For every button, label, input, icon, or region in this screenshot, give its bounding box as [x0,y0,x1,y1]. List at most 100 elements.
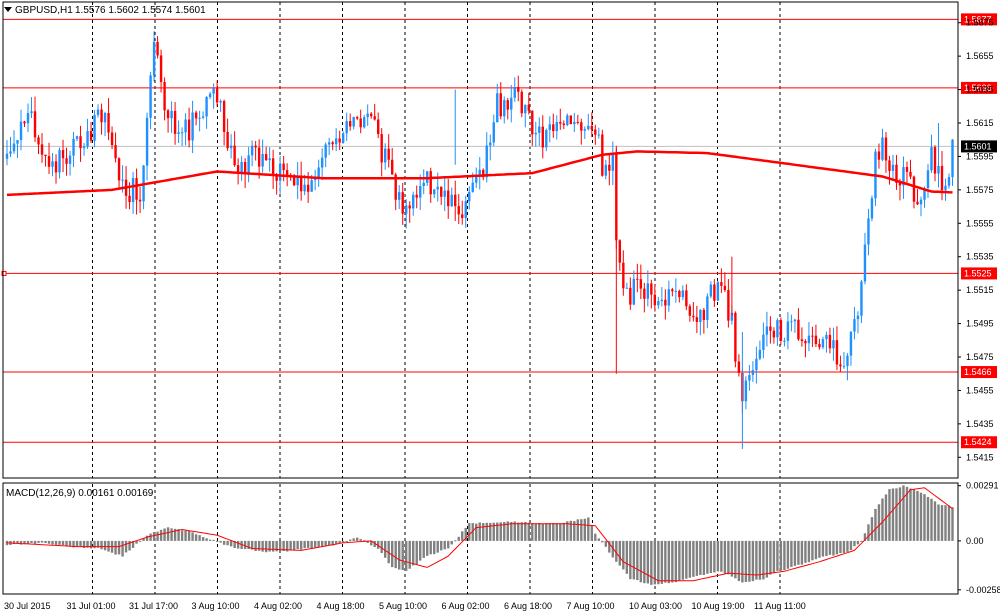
bear-candle [884,137,888,161]
macd-bar [405,540,408,571]
macd-bar [443,540,446,550]
macd-bar [545,523,548,541]
macd-bar [412,540,415,566]
macd-bar [667,540,671,584]
bear-candle [909,171,912,177]
bull-candle [548,124,551,130]
bull-candle [93,114,96,141]
macd-bar [289,540,292,551]
macd-bar [152,532,156,541]
macd-bar [853,540,856,547]
bear-candle [282,163,285,171]
symbol-name: GBPUSD,H1 [15,5,73,16]
macd-bar [849,540,853,551]
level-label: 1.5525 [964,268,992,278]
bull-candle [121,179,124,181]
bear-candle [222,101,226,132]
bear-candle [639,279,643,289]
bear-candle [79,136,82,149]
macd-bar [874,508,877,541]
macd-bar [737,540,741,582]
bull-candle [149,75,152,118]
bear-candle [299,176,303,192]
bull-candle [611,154,615,171]
bull-candle [30,111,33,114]
bear-candle [905,167,909,172]
macd-bar [348,539,352,541]
level-label: 1.5466 [964,367,992,377]
price-chart[interactable]: 1.56771.56361.55251.54661.54241.5601 30 … [0,0,1000,615]
macd-bar [317,540,320,548]
bear-candle [531,110,534,135]
bear-candle [163,82,166,111]
bull-candle [362,117,366,128]
bull-candle [443,190,446,197]
macd-bar [429,540,432,555]
bull-candle [5,153,9,159]
macd-bar [426,540,429,556]
bear-candle [594,129,597,135]
macd-bar [510,522,513,541]
macd-bar [261,540,264,552]
bull-candle [320,157,324,168]
y-tick-label: 1.5495 [966,319,994,329]
bull-candle [261,154,264,167]
bull-candle [765,326,769,335]
bull-candle [247,155,250,174]
macd-bar [159,529,163,541]
macd-bar [40,540,44,543]
bull-candle [762,334,765,350]
macd-bar [268,540,271,552]
macd-bar [776,540,779,571]
bull-candle [240,161,243,172]
bear-candle [779,320,783,341]
macd-bar [531,523,534,541]
bull-candle [492,122,495,143]
macd-bar [793,540,797,566]
macd-bar [842,540,846,553]
symbol-header[interactable]: GBPUSD,H1 1.5576 1.5602 1.5574 1.5601 [4,5,206,16]
macd-bar [394,540,397,569]
bear-candle [814,335,818,345]
bull-candle [177,132,180,134]
y-tick-label: 1.5515 [966,285,994,295]
bear-candle [499,93,502,117]
macd-bar [951,507,954,541]
bull-candle [450,194,453,207]
macd-bar [772,540,776,574]
bull-candle [947,177,951,186]
macd-bar [359,539,362,541]
macd-y-tick-label: 0.00 [966,536,984,546]
macd-bar [832,540,835,556]
y-tick-label: 1.5655 [966,51,994,61]
macd-title: MACD(12,26,9) 0.00161 0.00169 [6,488,154,499]
macd-bar [138,540,142,542]
macd-bar [716,540,720,572]
bull-candle [604,164,608,176]
macd-bar [433,540,436,555]
y-tick-label: 1.5475 [966,352,994,362]
macd-bar [65,540,68,546]
bull-candle [853,319,856,332]
bear-candle [61,150,65,159]
x-tick-label: 6 Aug 18:00 [504,601,552,611]
macd-bar [440,540,443,551]
macd-bar [149,533,152,541]
x-tick-label: 30 Jul 2015 [4,601,51,611]
y-tick-label: 1.5415 [966,452,994,462]
bull-candle [422,182,425,187]
bear-candle [828,334,832,349]
bear-candle [608,164,611,171]
bear-candle [415,194,418,198]
y-tick-label: 1.5675 [966,18,994,28]
bear-candle [569,115,572,125]
macd-bar [461,531,464,541]
bear-candle [461,214,464,218]
y-tick-label: 1.5635 [966,85,994,95]
bear-candle [818,344,821,348]
y-tick-label: 1.5595 [966,151,994,161]
bear-candle [117,158,121,181]
macd-bar [180,530,184,541]
macd-bar [618,540,622,566]
macd-bar [923,494,926,541]
